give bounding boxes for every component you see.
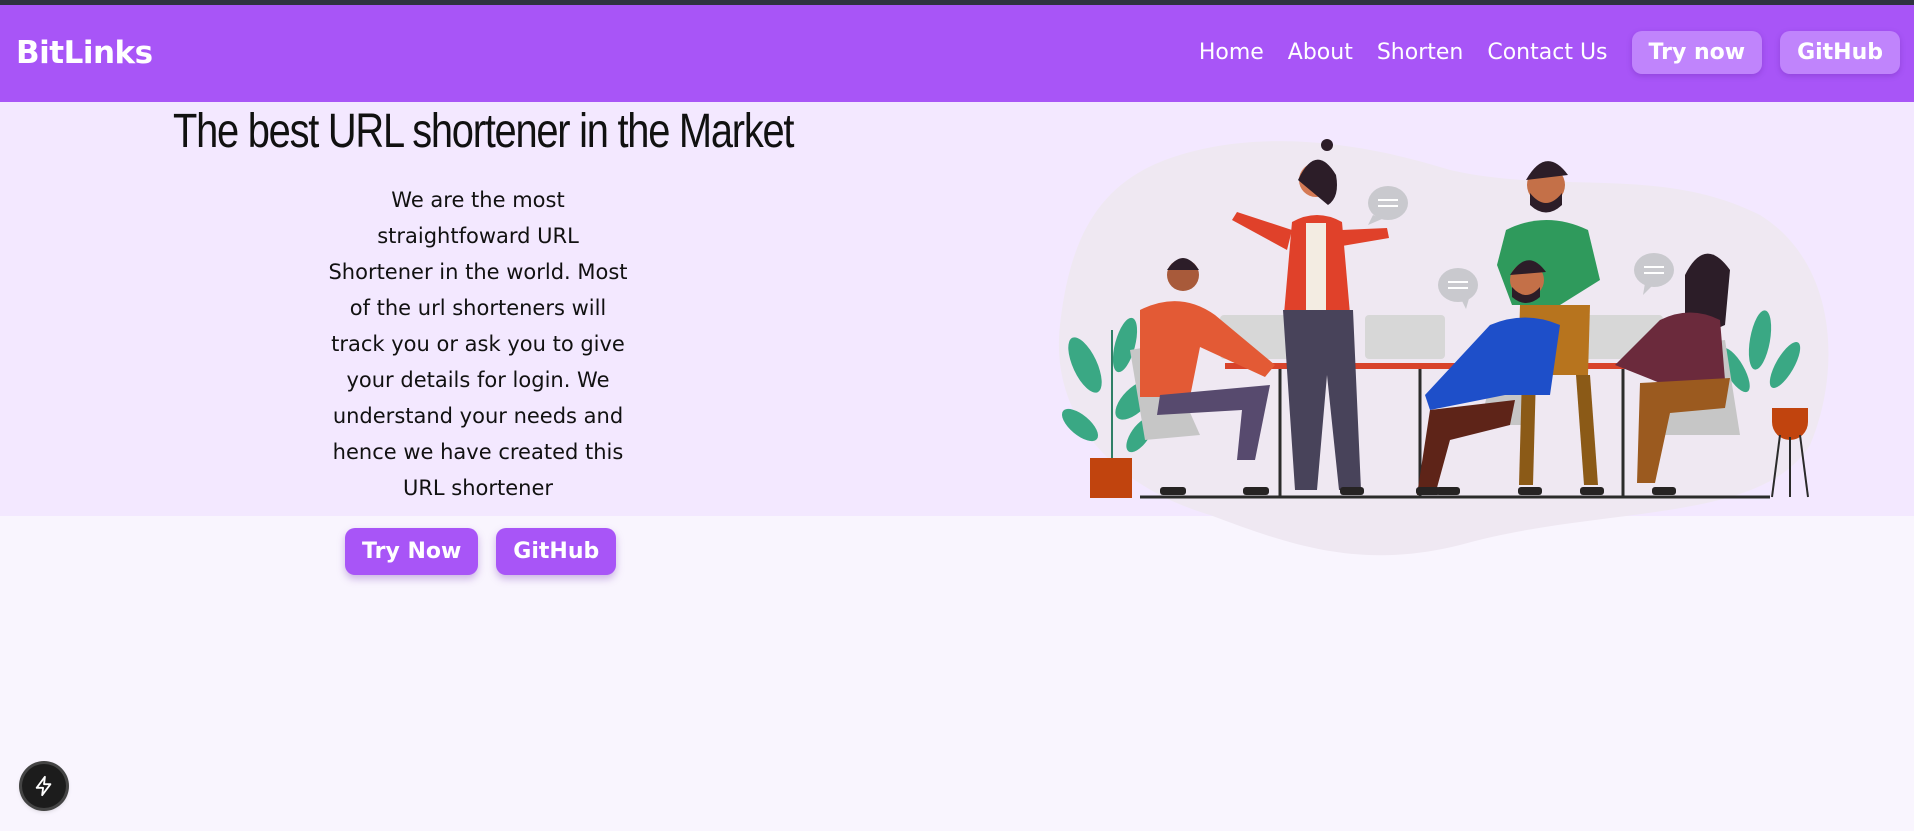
nav-link-about[interactable]: About	[1288, 40, 1353, 65]
hero-description: We are the most straightfoward URL Short…	[328, 188, 628, 500]
hero-buttons: Try Now GitHub	[345, 528, 617, 575]
nav-link-home[interactable]: Home	[1199, 40, 1264, 65]
hero-title: The best URL shortener in the Market	[173, 105, 794, 158]
nav-link-shorten[interactable]: Shorten	[1377, 40, 1464, 65]
try-now-button[interactable]: Try Now	[345, 528, 479, 575]
logo[interactable]: BitLinks	[16, 35, 153, 71]
nav-try-now-button[interactable]: Try now	[1631, 31, 1763, 74]
lightning-bolt-icon[interactable]	[22, 764, 66, 808]
nav-link-contact[interactable]: Contact Us	[1487, 40, 1607, 65]
nav-github-button[interactable]: GitHub	[1780, 31, 1900, 74]
github-button[interactable]: GitHub	[496, 528, 617, 575]
navbar: BitLinks Home About Shorten Contact Us T…	[0, 5, 1914, 102]
team-meeting-illustration	[1058, 139, 1829, 556]
nav-links: Home About Shorten Contact Us Try now Gi…	[1199, 31, 1900, 74]
plant-pot-left	[1090, 458, 1132, 498]
